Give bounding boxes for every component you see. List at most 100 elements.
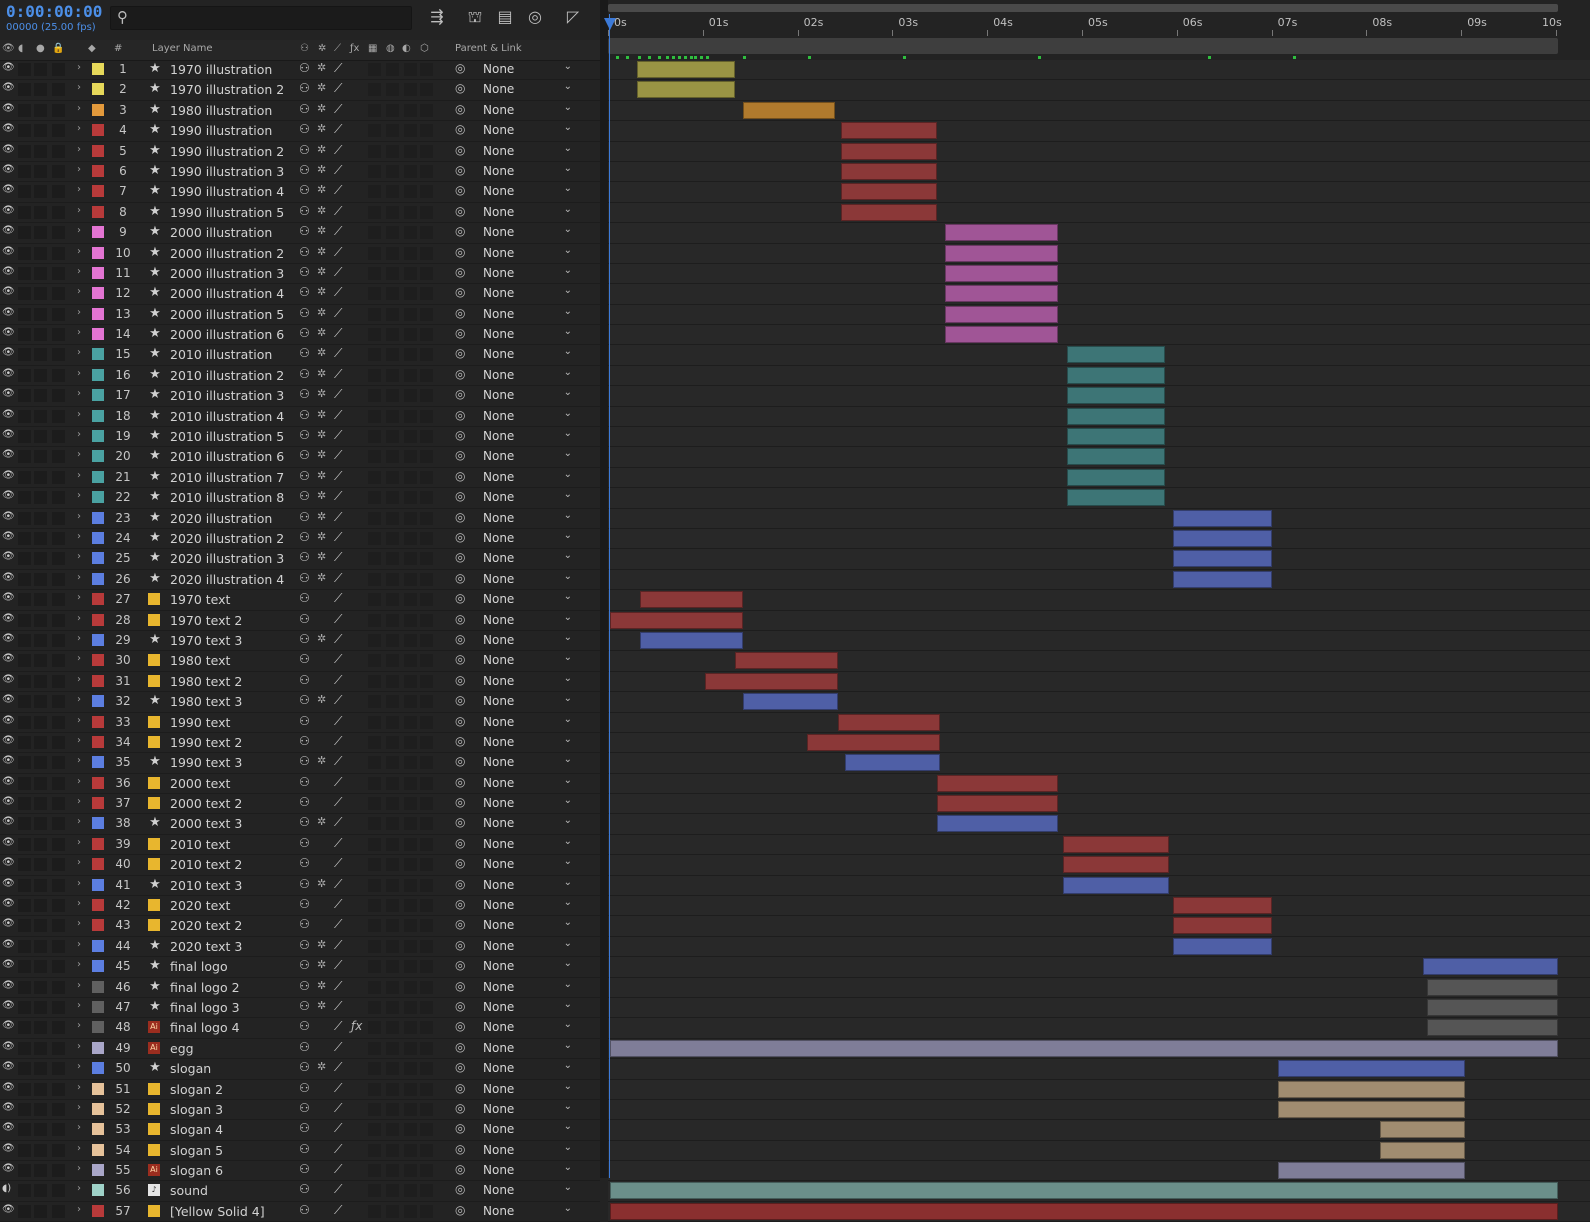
shy-icon[interactable]: ⚇	[299, 775, 310, 789]
switch-box[interactable]	[368, 124, 381, 138]
layer-row[interactable]: 👁 › 41 ★ 2010 text 3 ⚇ ✲ ⟋ ◎ None ⌄	[0, 876, 600, 897]
switch-box[interactable]	[34, 185, 47, 199]
visibility-eye-icon[interactable]: 👁	[2, 1204, 15, 1215]
switch-box[interactable]	[368, 593, 381, 607]
layer-row[interactable]: 👁 › 12 ★ 2000 illustration 4 ⚇ ✲ ⟋ ◎ None ⌄	[0, 284, 600, 305]
layer-row[interactable]: 👁 › 13 ★ 2000 illustration 5 ⚇ ✲ ⟋ ◎ None ⌄	[0, 305, 600, 326]
switch-box[interactable]	[368, 756, 381, 770]
switch-box[interactable]	[420, 368, 433, 382]
parent-dropdown[interactable]: None ⌄	[476, 1182, 578, 1198]
quality-icon[interactable]: ⟋	[334, 815, 342, 830]
switch-box[interactable]	[52, 1184, 65, 1198]
parent-dropdown[interactable]: None ⌄	[476, 102, 578, 118]
expand-chevron-icon[interactable]: ›	[77, 1183, 81, 1194]
visibility-eye-icon[interactable]: 👁	[2, 776, 15, 787]
layer-row[interactable]: 👁 › 45 ★ final logo ⚇ ✲ ⟋ ◎ None ⌄	[0, 957, 600, 978]
shy-icon[interactable]: ⚇	[299, 81, 310, 95]
expand-chevron-icon[interactable]: ›	[77, 980, 81, 991]
switch-box[interactable]	[18, 1062, 31, 1076]
switch-box[interactable]	[386, 266, 399, 280]
pick-whip-icon[interactable]: ◎	[455, 1203, 465, 1217]
switch-box[interactable]	[420, 124, 433, 138]
expand-chevron-icon[interactable]: ›	[77, 918, 81, 929]
switch-box[interactable]	[52, 1123, 65, 1137]
label-color-swatch[interactable]	[92, 878, 104, 891]
visibility-eye-icon[interactable]: 👁	[2, 1082, 15, 1093]
label-color-swatch[interactable]	[92, 919, 104, 932]
switch-box[interactable]	[18, 226, 31, 240]
switch-box[interactable]	[52, 837, 65, 851]
switch-box[interactable]	[368, 817, 381, 831]
switch-box[interactable]	[368, 715, 381, 729]
switch-box[interactable]	[420, 960, 433, 974]
layer-name[interactable]: 2000 illustration 3	[170, 266, 284, 281]
switch-box[interactable]	[404, 470, 417, 484]
switch-box[interactable]	[368, 1102, 381, 1116]
layer-row[interactable]: 👁 › 29 ★ 1970 text 3 ⚇ ✲ ⟋ ◎ None ⌄	[0, 631, 600, 652]
layer-name[interactable]: 1990 text 3	[170, 755, 242, 770]
switch-box[interactable]	[386, 226, 399, 240]
visibility-eye-icon[interactable]: 👁	[2, 429, 15, 440]
switch-box[interactable]	[18, 1102, 31, 1116]
switch-box[interactable]	[420, 1041, 433, 1055]
switch-box[interactable]	[368, 430, 381, 444]
parent-dropdown[interactable]: None ⌄	[476, 1121, 578, 1137]
collapse-transform-icon[interactable]: ✲	[317, 958, 326, 971]
layer-row[interactable]: 👁 › 52 slogan 3 ⚇ ⟋ ◎ None ⌄	[0, 1100, 600, 1121]
layer-name[interactable]: 2010 illustration 7	[170, 470, 284, 485]
quality-icon[interactable]: ⟋	[334, 408, 342, 423]
collapse-transform-icon[interactable]: ✲	[317, 387, 326, 400]
collapse-transform-icon[interactable]: ✲	[317, 306, 326, 319]
label-color-swatch[interactable]	[92, 1102, 104, 1115]
switch-box[interactable]	[420, 899, 433, 913]
layer-row[interactable]: 👁 › 32 ★ 1980 text 3 ⚇ ✲ ⟋ ◎ None ⌄	[0, 692, 600, 713]
switch-box[interactable]	[34, 368, 47, 382]
layer-duration-bar[interactable]	[640, 591, 743, 609]
visibility-eye-icon[interactable]: 👁	[2, 674, 15, 685]
panel-divider[interactable]	[600, 0, 608, 1178]
switch-box[interactable]	[404, 124, 417, 138]
switch-box[interactable]	[386, 83, 399, 97]
quality-icon[interactable]: ⟋	[334, 61, 342, 76]
expand-chevron-icon[interactable]: ›	[77, 1122, 81, 1133]
layer-name[interactable]: slogan	[170, 1061, 211, 1076]
switch-box[interactable]	[52, 613, 65, 627]
layer-name[interactable]: 2000 illustration 4	[170, 286, 284, 301]
switch-box[interactable]	[404, 1143, 417, 1157]
layer-name[interactable]: 2010 text 3	[170, 878, 242, 893]
switch-box[interactable]	[420, 695, 433, 709]
layer-row[interactable]: 👁 › 17 ★ 2010 illustration 3 ⚇ ✲ ⟋ ◎ None ⌄	[0, 386, 600, 407]
label-color-swatch[interactable]	[92, 1082, 104, 1095]
visibility-eye-icon[interactable]: 👁	[2, 531, 15, 542]
switch-box[interactable]	[404, 1082, 417, 1096]
expand-chevron-icon[interactable]: ›	[77, 816, 81, 827]
switch-box[interactable]	[420, 919, 433, 933]
time-navigator[interactable]	[608, 4, 1558, 12]
pick-whip-icon[interactable]: ◎	[455, 183, 465, 197]
adjustment-switch-icon[interactable]: ◐	[402, 43, 411, 54]
layer-row[interactable]: 👁 › 9 ★ 2000 illustration ⚇ ✲ ⟋ ◎ None ⌄	[0, 223, 600, 244]
switch-box[interactable]	[34, 266, 47, 280]
label-color-swatch[interactable]	[92, 430, 104, 443]
switch-box[interactable]	[420, 980, 433, 994]
switch-box[interactable]	[386, 613, 399, 627]
switch-box[interactable]	[420, 1000, 433, 1014]
switch-box[interactable]	[34, 1164, 47, 1178]
expand-chevron-icon[interactable]: ›	[77, 449, 81, 460]
collapse-transform-icon[interactable]: ✲	[317, 428, 326, 441]
switch-box[interactable]	[420, 266, 433, 280]
switch-box[interactable]	[18, 368, 31, 382]
visibility-eye-icon[interactable]: 👁	[2, 551, 15, 562]
switch-box[interactable]	[404, 613, 417, 627]
collapse-transform-icon[interactable]: ✲	[317, 102, 326, 115]
pick-whip-icon[interactable]: ◎	[455, 204, 465, 218]
quality-icon[interactable]: ⟋	[334, 612, 342, 627]
switch-box[interactable]	[368, 1000, 381, 1014]
switch-box[interactable]	[34, 246, 47, 260]
switch-box[interactable]	[18, 287, 31, 301]
quality-icon[interactable]: ⟋	[334, 1101, 342, 1116]
switch-box[interactable]	[420, 470, 433, 484]
switch-box[interactable]	[34, 797, 47, 811]
expand-chevron-icon[interactable]: ›	[77, 286, 81, 297]
current-time-display[interactable]: 0:00:00:00	[6, 2, 102, 21]
